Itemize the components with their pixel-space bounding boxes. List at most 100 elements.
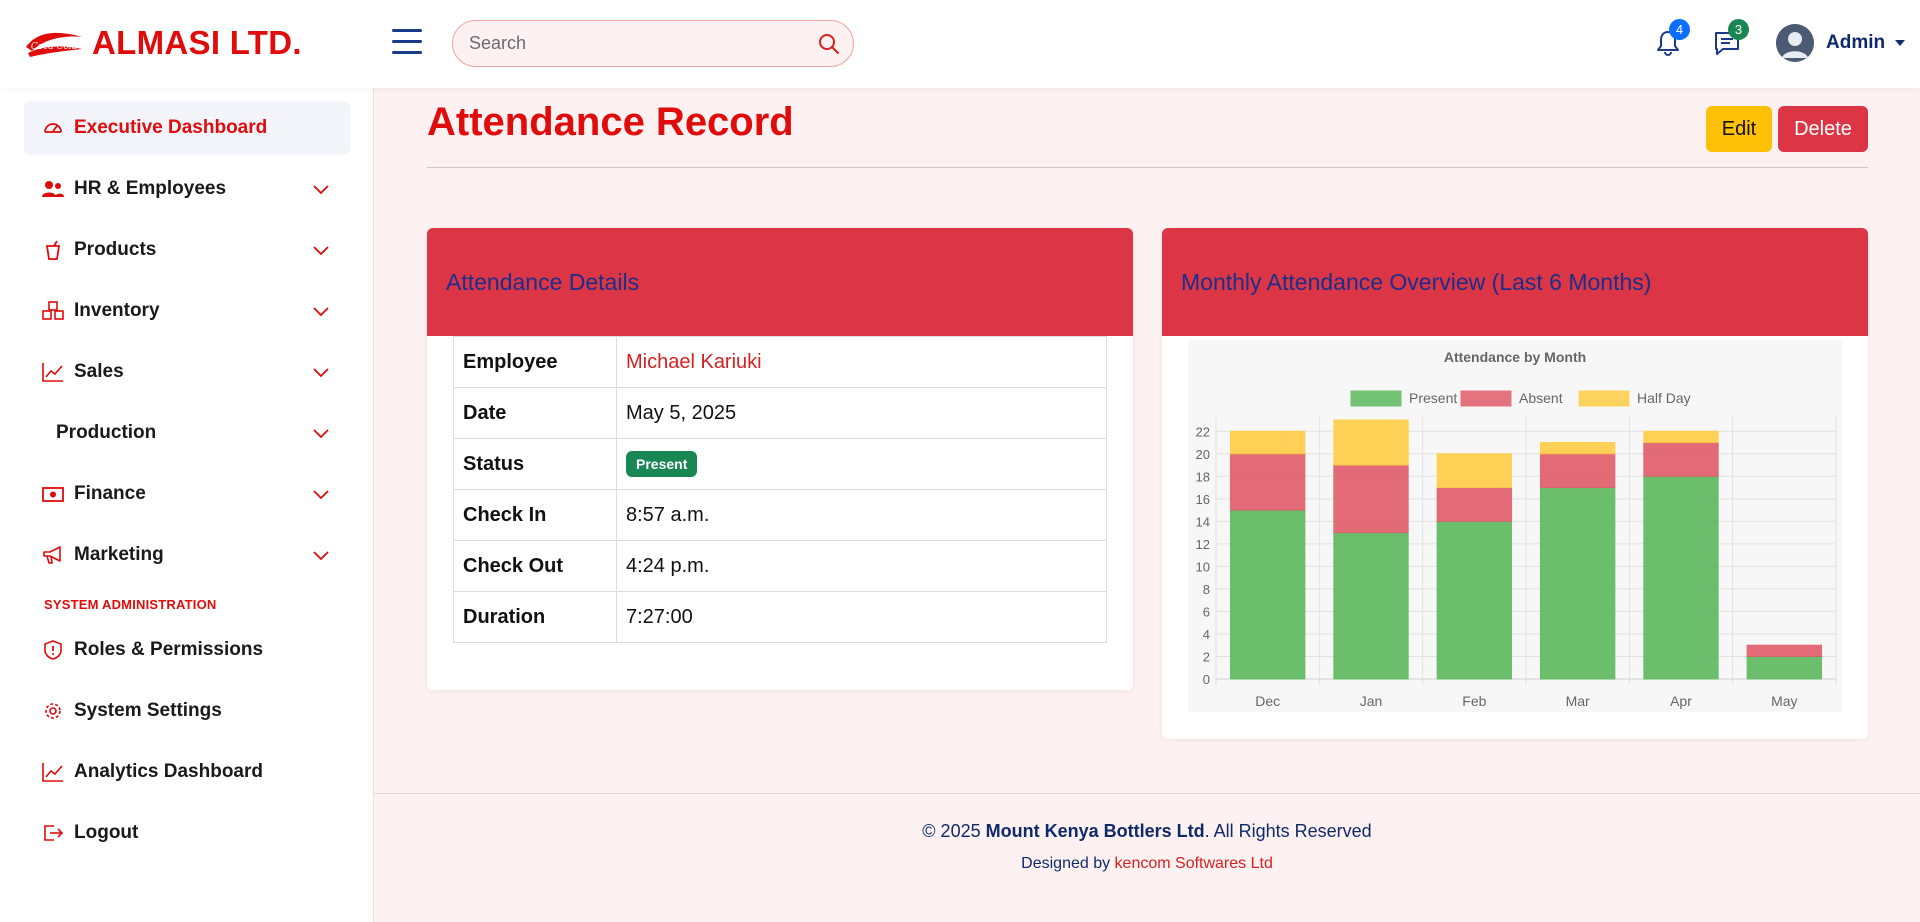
table-row: Status Present (453, 438, 1107, 490)
sidebar-item-label: Production (56, 422, 157, 443)
bar-segment-present (1539, 487, 1616, 680)
employee-link[interactable]: Michael Kariuki (616, 336, 1107, 388)
y-tick-label: 10 (1196, 559, 1210, 574)
notifications-button[interactable]: 4 (1650, 19, 1690, 61)
sidebar-item-system-settings[interactable]: System Settings (24, 684, 350, 738)
sidebar-item-label: Roles & Permissions (74, 639, 264, 660)
sidebar-item-sales[interactable]: Sales (24, 345, 350, 399)
y-tick-label: 4 (1203, 627, 1210, 642)
sidebar-item-label: Executive Dashboard (74, 117, 268, 138)
y-tick-label: 6 (1203, 604, 1210, 619)
company-name: Mount Kenya Bottlers Ltd (985, 821, 1205, 841)
x-tick-label: Apr (1670, 693, 1692, 709)
chevron-down-icon (313, 429, 329, 439)
bar-segment-absent (1333, 464, 1409, 534)
y-tick-label: 0 (1203, 672, 1210, 687)
row-label: Status (453, 438, 617, 490)
card-title: Monthly Attendance Overview (Last 6 Mont… (1181, 268, 1652, 295)
brand-name: ALMASI LTD. (92, 24, 302, 61)
sidebar-item-production[interactable]: Production (24, 406, 350, 460)
people-icon (42, 178, 64, 200)
sidebar-item-label: HR & Employees (74, 178, 227, 199)
bar-segment-half-day (1539, 442, 1616, 455)
row-value: 7:27:00 (616, 591, 1107, 643)
y-tick-label: 8 (1203, 582, 1210, 597)
table-row: Check Out 4:24 p.m. (453, 540, 1107, 592)
bar-segment-absent (1436, 487, 1513, 522)
bar-segment-half-day (1229, 430, 1306, 455)
sidebar-item-executive-dashboard[interactable]: Executive Dashboard (24, 101, 350, 155)
bar-segment-present (1333, 532, 1409, 680)
monthly-attendance-card: Monthly Attendance Overview (Last 6 Mont… (1162, 228, 1868, 739)
table-row: Employee Michael Kariuki (453, 336, 1107, 388)
x-tick-label: Feb (1462, 693, 1486, 709)
sidebar-item-analytics-dashboard[interactable]: Analytics Dashboard (24, 745, 350, 799)
card-header: Monthly Attendance Overview (Last 6 Mont… (1162, 228, 1868, 336)
line-chart-icon (42, 761, 64, 783)
table-row: Duration 7:27:00 (453, 591, 1107, 643)
designed-prefix: Designed by (1021, 855, 1115, 872)
messages-button[interactable]: 3 (1709, 19, 1749, 61)
x-tick-label: Jan (1360, 693, 1383, 709)
avatar[interactable] (1776, 24, 1814, 62)
caret-down-icon (1895, 40, 1906, 46)
chart-area: Attendance by Month Present Absent Half Day… (1188, 340, 1842, 712)
sidebar-item-inventory[interactable]: Inventory (24, 284, 350, 338)
sidebar-item-label: Marketing (74, 544, 164, 565)
megaphone-icon (42, 544, 64, 566)
footer-credits: Designed by kencom Softwares Ltd (374, 855, 1920, 873)
designer-link[interactable]: kencom Softwares Ltd (1115, 855, 1273, 872)
y-tick-label: 14 (1196, 514, 1210, 529)
page-title: Attendance Record (427, 100, 794, 144)
bar-segment-present (1746, 655, 1823, 680)
search-input[interactable] (453, 33, 805, 54)
sidebar-item-products[interactable]: Products (24, 223, 350, 277)
sidebar-item-marketing[interactable]: Marketing (24, 528, 350, 582)
cash-icon (42, 483, 64, 505)
table-row: Check In 8:57 a.m. (453, 489, 1107, 541)
sidebar-item-hr-employees[interactable]: HR & Employees (24, 162, 350, 216)
bar-segment-half-day (1436, 453, 1513, 489)
bar-segment-absent (1229, 453, 1306, 511)
user-menu-toggle[interactable]: Admin (1826, 32, 1906, 54)
copyright-prefix: © 2025 (922, 821, 986, 841)
bar-segment-absent (1539, 453, 1616, 489)
footer-copyright: © 2025 Mount Kenya Bottlers Ltd. All Rig… (374, 821, 1920, 842)
brand-logo-icon: Coca-Cola (26, 32, 82, 57)
sidebar-item-label: Analytics Dashboard (74, 761, 263, 782)
brand[interactable]: Coca-Cola ALMASI LTD. (24, 24, 302, 62)
menu-toggle-button[interactable] (392, 29, 422, 55)
row-value: May 5, 2025 (616, 387, 1107, 439)
edit-button[interactable]: Edit (1706, 106, 1772, 152)
x-tick-label: May (1771, 693, 1797, 709)
y-tick-label: 20 (1196, 447, 1210, 462)
row-value: 8:57 a.m. (616, 489, 1107, 541)
notifications-count-badge: 4 (1669, 19, 1690, 40)
user-avatar-icon (1776, 24, 1814, 62)
delete-button[interactable]: Delete (1778, 106, 1868, 152)
sidebar-section-title: SYSTEM ADMINISTRATION (44, 597, 217, 612)
sidebar-item-roles-permissions[interactable]: Roles & Permissions (24, 623, 350, 677)
y-tick-label: 2 (1203, 649, 1210, 664)
table-row: Date May 5, 2025 (453, 387, 1107, 439)
sidebar-item-logout[interactable]: Logout (24, 806, 350, 860)
top-navbar: Coca-Cola ALMASI LTD. 4 3 (0, 0, 1920, 88)
legend-label: Present (1409, 390, 1457, 406)
gear-icon (42, 700, 64, 722)
x-tick-label: Dec (1255, 693, 1280, 709)
search-button[interactable] (805, 22, 853, 66)
speedometer-icon (42, 117, 64, 139)
bar-segment-absent (1746, 644, 1823, 657)
row-label: Duration (453, 591, 617, 643)
chevron-down-icon (313, 551, 329, 561)
x-tick-label: Mar (1566, 693, 1590, 709)
cup-icon (42, 239, 64, 261)
sidebar-item-label: Logout (74, 822, 139, 843)
svg-text:Coca-Cola: Coca-Cola (31, 42, 77, 52)
boxes-icon (42, 300, 64, 322)
chevron-down-icon (313, 185, 329, 195)
sidebar-item-finance[interactable]: Finance (24, 467, 350, 521)
title-divider (427, 167, 1868, 168)
search-icon (819, 33, 839, 54)
row-label: Employee (453, 336, 617, 388)
